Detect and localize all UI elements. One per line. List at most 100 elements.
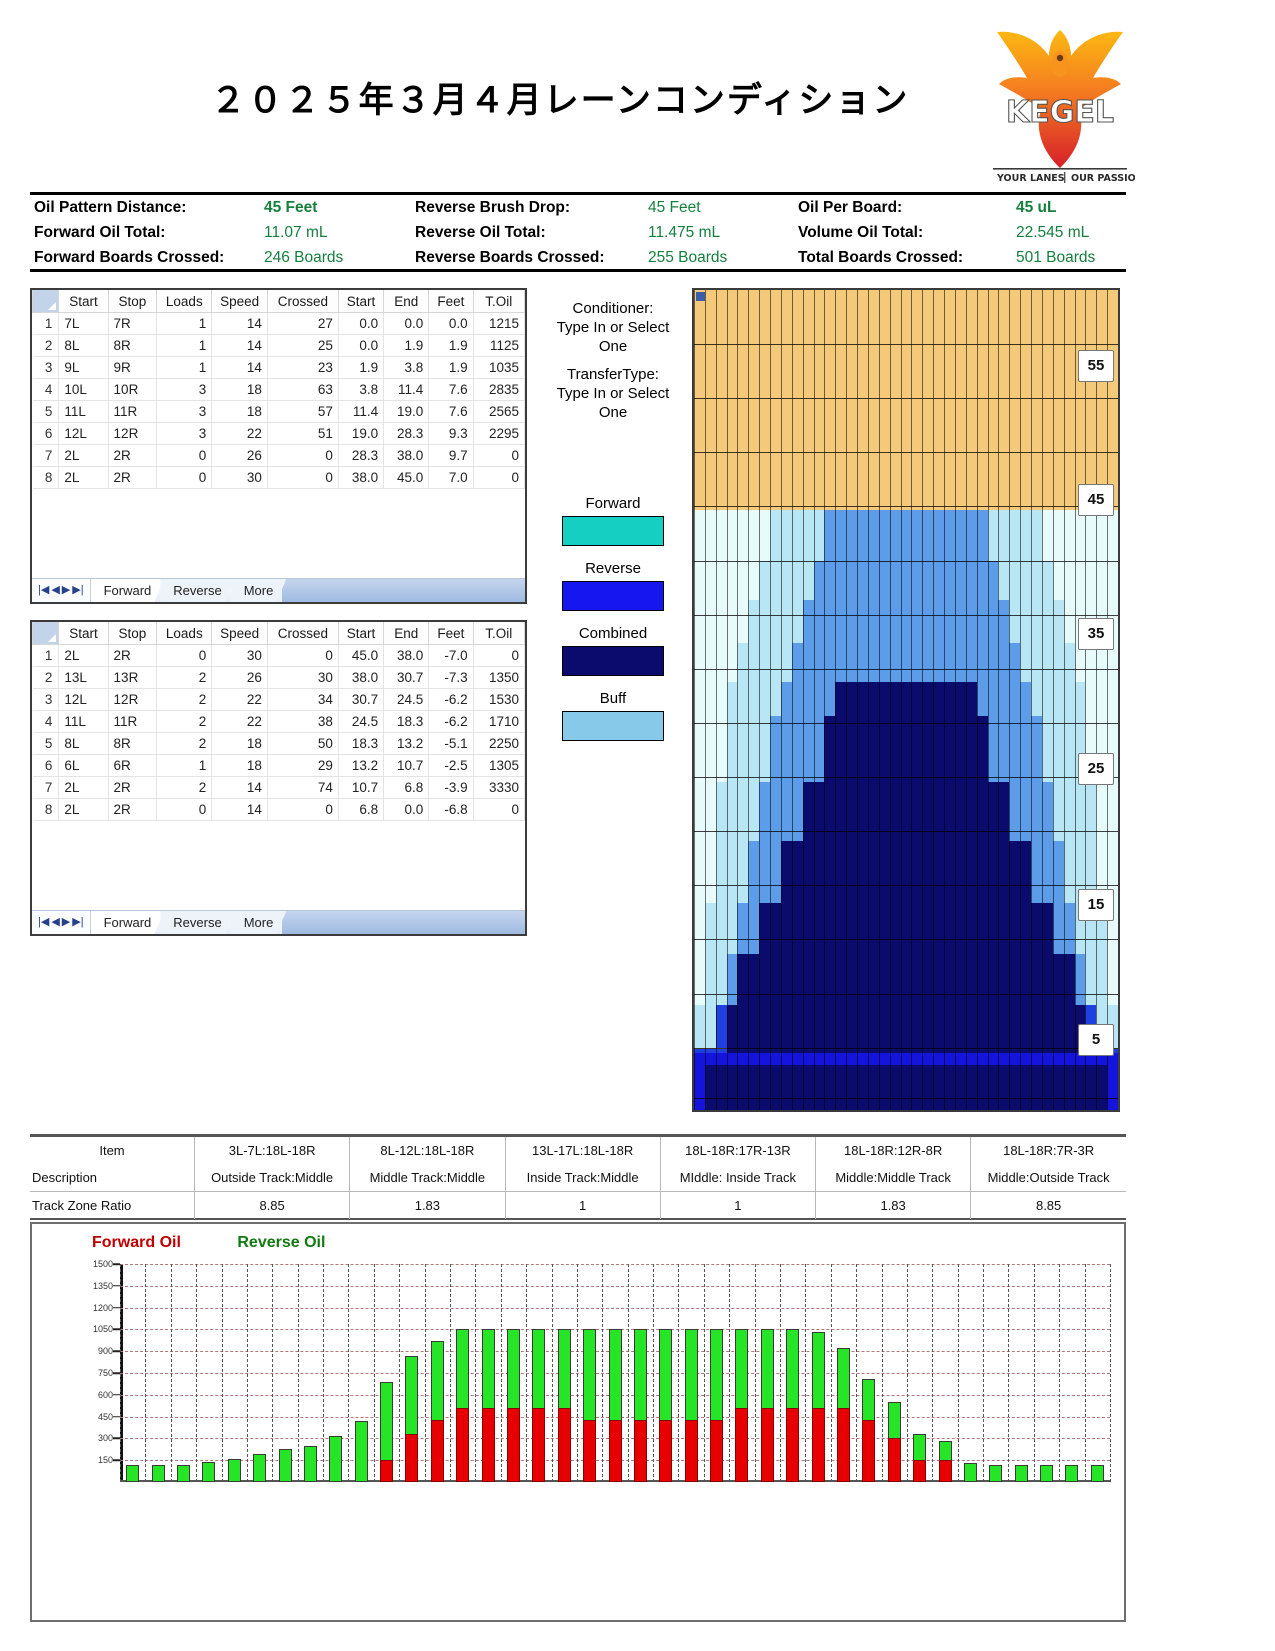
table-cell[interactable]: 6L xyxy=(59,755,108,777)
column-header[interactable]: Feet xyxy=(429,290,473,313)
table-cell[interactable]: 18 xyxy=(212,379,268,401)
table-cell[interactable]: 2 xyxy=(157,711,212,733)
table-cell[interactable]: 11L xyxy=(59,711,108,733)
table-cell[interactable]: 0 xyxy=(157,799,212,821)
row-number[interactable]: 8 xyxy=(33,799,59,821)
table-cell[interactable]: 0 xyxy=(473,799,524,821)
last-record-icon[interactable]: ▶| xyxy=(72,917,83,928)
table-cell[interactable]: 2 xyxy=(157,733,212,755)
table-cell[interactable]: 6.8 xyxy=(384,777,429,799)
table-cell[interactable]: -7.3 xyxy=(429,667,473,689)
forward-grid-navbar[interactable]: |◀ ◀ ▶ ▶| Forward Reverse More xyxy=(32,578,525,602)
table-cell[interactable]: 2 xyxy=(157,777,212,799)
table-cell[interactable]: 9L xyxy=(59,357,108,379)
table-cell[interactable]: 1.9 xyxy=(429,335,473,357)
table-cell[interactable]: 12L xyxy=(59,689,108,711)
table-cell[interactable]: 23 xyxy=(267,357,338,379)
table-cell[interactable]: 10.7 xyxy=(384,755,429,777)
table-cell[interactable]: 2R xyxy=(108,445,157,467)
table-cell[interactable]: 30 xyxy=(267,667,338,689)
table-cell[interactable]: 2250 xyxy=(473,733,524,755)
table-cell[interactable]: 63 xyxy=(267,379,338,401)
table-cell[interactable]: 1 xyxy=(157,335,212,357)
table-cell[interactable]: 6.8 xyxy=(338,799,383,821)
table-cell[interactable]: 2L xyxy=(59,645,108,667)
table-row[interactable]: 58L8R2185018.313.2-5.12250 xyxy=(33,733,525,755)
table-cell[interactable]: 2L xyxy=(59,467,108,489)
row-number[interactable]: 2 xyxy=(33,335,59,357)
table-cell[interactable]: 0.0 xyxy=(384,799,429,821)
table-cell[interactable]: 8R xyxy=(108,733,157,755)
table-cell[interactable]: 13R xyxy=(108,667,157,689)
next-record-icon[interactable]: ▶ xyxy=(62,917,70,928)
table-cell[interactable]: 14 xyxy=(212,799,268,821)
row-number[interactable]: 6 xyxy=(33,423,59,445)
table-cell[interactable]: 1.9 xyxy=(338,357,383,379)
row-number[interactable]: 3 xyxy=(33,689,59,711)
table-row[interactable]: 410L10R318633.811.47.62835 xyxy=(33,379,525,401)
table-cell[interactable]: 2295 xyxy=(473,423,524,445)
row-number[interactable]: 1 xyxy=(33,645,59,667)
column-header[interactable]: End xyxy=(384,622,429,645)
table-cell[interactable]: 11R xyxy=(108,401,157,423)
transfertype-hint-line2[interactable]: One xyxy=(536,404,690,423)
table-cell[interactable]: 13.2 xyxy=(384,733,429,755)
table-cell[interactable]: 14 xyxy=(212,313,268,335)
column-header[interactable]: Loads xyxy=(157,290,212,313)
record-nav-buttons[interactable]: |◀ ◀ ▶ ▶| xyxy=(32,911,91,934)
table-cell[interactable]: 30.7 xyxy=(338,689,383,711)
table-row[interactable]: 17L7R114270.00.00.01215 xyxy=(33,313,525,335)
conditioner-hint-line1[interactable]: Type In or Select xyxy=(536,319,690,338)
table-cell[interactable]: 0.0 xyxy=(338,313,383,335)
record-nav-buttons[interactable]: |◀ ◀ ▶ ▶| xyxy=(32,579,91,602)
tab-more[interactable]: More xyxy=(231,579,287,602)
table-cell[interactable]: 2R xyxy=(108,799,157,821)
table-cell[interactable]: 34 xyxy=(267,689,338,711)
table-row[interactable]: 82L2R030038.045.07.00 xyxy=(33,467,525,489)
table-row[interactable]: 72L2R2147410.76.8-3.93330 xyxy=(33,777,525,799)
table-cell[interactable]: 10R xyxy=(108,379,157,401)
column-header[interactable]: Feet xyxy=(429,622,473,645)
table-row[interactable]: 28L8R114250.01.91.91125 xyxy=(33,335,525,357)
table-cell[interactable]: -7.0 xyxy=(429,645,473,667)
table-cell[interactable]: 45.0 xyxy=(338,645,383,667)
row-number[interactable]: 7 xyxy=(33,777,59,799)
table-cell[interactable]: 3.8 xyxy=(338,379,383,401)
table-cell[interactable]: 18 xyxy=(212,733,268,755)
table-cell[interactable]: 18 xyxy=(212,755,268,777)
transfertype-hint-line1[interactable]: Type In or Select xyxy=(536,385,690,404)
table-cell[interactable]: -6.8 xyxy=(429,799,473,821)
reverse-grid-navbar[interactable]: |◀ ◀ ▶ ▶| Forward Reverse More xyxy=(32,910,525,934)
tab-forward[interactable]: Forward xyxy=(91,911,165,934)
row-number[interactable]: 6 xyxy=(33,755,59,777)
table-cell[interactable]: 11L xyxy=(59,401,108,423)
column-header[interactable]: Crossed xyxy=(267,622,338,645)
table-cell[interactable]: 27 xyxy=(267,313,338,335)
column-header[interactable]: Loads xyxy=(157,622,212,645)
column-header[interactable]: Stop xyxy=(108,622,157,645)
last-record-icon[interactable]: ▶| xyxy=(72,585,83,596)
table-cell[interactable]: 28.3 xyxy=(384,423,429,445)
table-cell[interactable]: 0 xyxy=(473,445,524,467)
table-cell[interactable]: 10.7 xyxy=(338,777,383,799)
reverse-load-grid[interactable]: StartStopLoadsSpeedCrossedStartEndFeetT.… xyxy=(30,620,527,936)
table-cell[interactable]: 0.0 xyxy=(338,335,383,357)
table-cell[interactable]: 38 xyxy=(267,711,338,733)
table-cell[interactable]: 38.0 xyxy=(384,645,429,667)
table-cell[interactable]: 7.6 xyxy=(429,401,473,423)
table-cell[interactable]: 29 xyxy=(267,755,338,777)
table-cell[interactable]: 2835 xyxy=(473,379,524,401)
table-cell[interactable]: 0 xyxy=(473,467,524,489)
table-cell[interactable]: -2.5 xyxy=(429,755,473,777)
next-record-icon[interactable]: ▶ xyxy=(62,585,70,596)
first-record-icon[interactable]: |◀ xyxy=(38,585,49,596)
table-cell[interactable]: 57 xyxy=(267,401,338,423)
column-header[interactable]: Speed xyxy=(212,622,268,645)
table-cell[interactable]: 50 xyxy=(267,733,338,755)
row-number[interactable]: 2 xyxy=(33,667,59,689)
tab-more[interactable]: More xyxy=(231,911,287,934)
table-cell[interactable]: 18.3 xyxy=(338,733,383,755)
table-row[interactable]: 82L2R01406.80.0-6.80 xyxy=(33,799,525,821)
table-cell[interactable]: 11.4 xyxy=(338,401,383,423)
forward-load-table[interactable]: StartStopLoadsSpeedCrossedStartEndFeetT.… xyxy=(32,290,525,489)
